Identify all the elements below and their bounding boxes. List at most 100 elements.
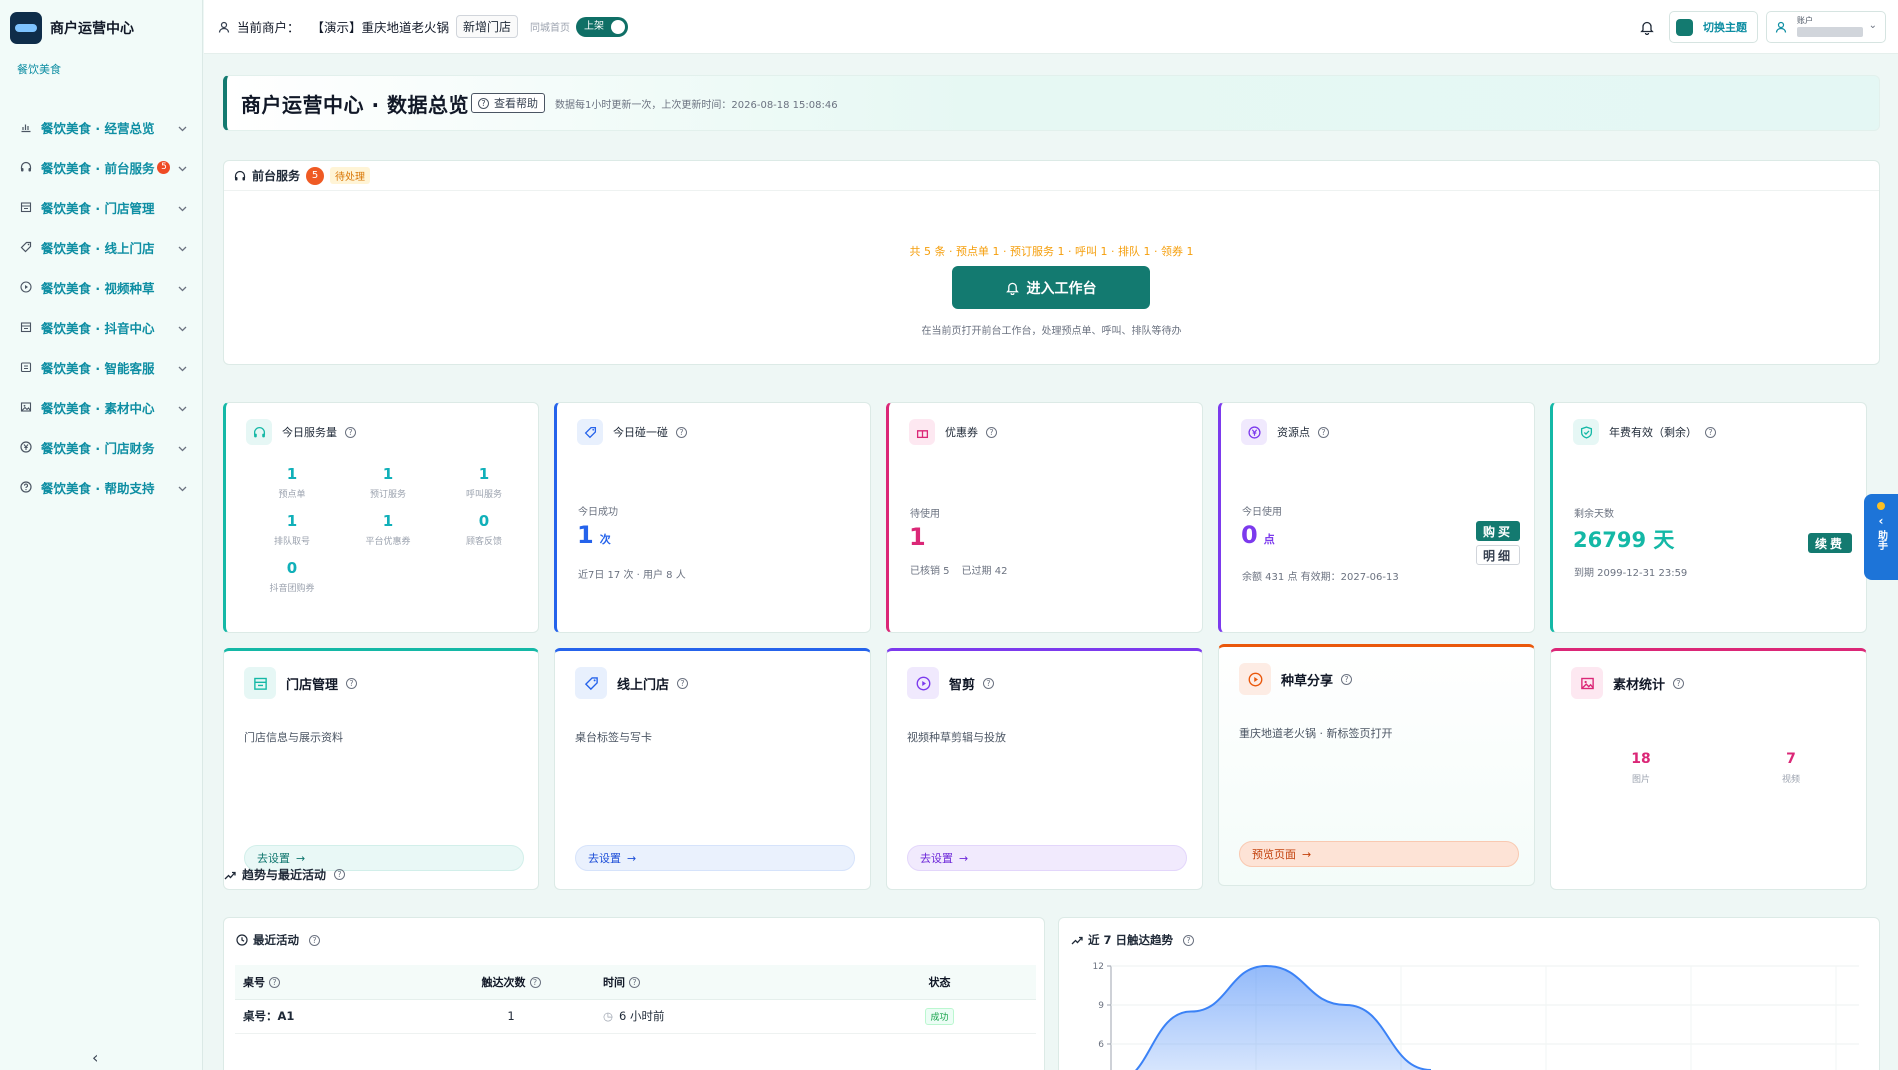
points-detail-button[interactable]: 明细	[1476, 545, 1520, 565]
help-icon[interactable]: ?	[334, 869, 346, 880]
help-icon[interactable]: ?	[346, 677, 358, 689]
recent-activity-title: 最近活动	[253, 933, 299, 947]
chevron-down-icon[interactable]	[178, 401, 187, 415]
help-icon[interactable]: ?	[629, 977, 640, 989]
play-circle-icon	[1239, 663, 1271, 695]
chevron-down-icon[interactable]	[178, 481, 187, 495]
help-icon[interactable]: ?	[1183, 934, 1195, 946]
assets-stats-card[interactable]: 素材统计 ? 18 图片 7 视频	[1550, 648, 1867, 890]
help-icon[interactable]: ?	[1673, 677, 1685, 689]
chevron-down-icon[interactable]	[178, 121, 187, 135]
online-setup-button[interactable]: 去设置 →	[575, 845, 855, 871]
chevron-down-icon[interactable]	[178, 321, 187, 335]
chevron-left-icon: ‹	[1878, 514, 1884, 528]
help-icon[interactable]: ?	[1318, 426, 1329, 438]
help-icon[interactable]: ?	[677, 677, 689, 689]
clock-icon: ◷	[603, 1009, 614, 1023]
bell-icon[interactable]	[1635, 15, 1659, 39]
add-store-button[interactable]: 新增门店	[456, 15, 519, 38]
sidebar-item[interactable]: 餐饮美食 · 前台服务 5	[0, 147, 202, 187]
chevron-down-icon[interactable]	[178, 201, 187, 215]
preview-page-button[interactable]: 预览页面 →	[1239, 841, 1519, 867]
clock-icon	[236, 934, 248, 946]
sidebar-item-label: 餐饮美食 · 素材中心	[41, 400, 155, 416]
chevron-down-icon[interactable]	[178, 441, 187, 455]
sidebar-item[interactable]: 餐饮美食 · 抖音中心	[0, 307, 202, 347]
help-icon[interactable]: ?	[676, 426, 687, 438]
coupon-card-title: 优惠券	[945, 426, 978, 439]
assistant-button[interactable]: ‹ 助手	[1864, 494, 1898, 580]
service-stat: 1 排队取号	[244, 512, 340, 547]
store-management-card[interactable]: 门店管理 ? 门店信息与展示资料 去设置 →	[223, 648, 539, 890]
service-stat: 1 预订服务	[340, 465, 436, 500]
chevron-down-icon[interactable]	[178, 361, 187, 375]
help-icon[interactable]: ?	[1341, 673, 1353, 685]
enter-workbench-button[interactable]: 进入工作台	[952, 266, 1150, 309]
sidebar-item[interactable]: 餐饮美食 · 门店管理	[0, 187, 202, 227]
touch-label: 今日成功	[578, 507, 618, 518]
topbar: 当前商户： 【演示】重庆地道老火锅 新增门店 同城首页 上架 切换主题 账户 ⌄	[204, 0, 1898, 54]
sidebar-item-label: 餐饮美食 · 抖音中心	[41, 320, 155, 336]
merchant-info: 当前商户： 【演示】重庆地道老火锅	[218, 17, 449, 36]
sidebar-item[interactable]: 餐饮美食 · 智能客服	[0, 347, 202, 387]
points-card[interactable]: 资源点 ? 今日使用 0点 余额 431 点 有效期：2027-06-13 购买…	[1218, 402, 1535, 633]
service-stat: 1 平台优惠券	[340, 512, 436, 547]
service-card-title: 今日服务量	[282, 426, 337, 439]
frontdesk-summary: 共 5 条 · 预点单 1 · 预订服务 1 · 呼叫 1 · 排队 1 · 领…	[909, 245, 1194, 258]
smart-clip-card[interactable]: 智剪 ? 视频种草剪辑与投放 去设置 →	[886, 648, 1203, 890]
share-card-title: 种草分享	[1281, 673, 1334, 689]
listing-toggle[interactable]: 上架	[576, 16, 629, 37]
buy-points-button[interactable]: 购买	[1476, 521, 1520, 541]
chevron-down-icon[interactable]	[178, 241, 187, 255]
account-label: 账户	[1797, 16, 1813, 25]
help-icon[interactable]: ?	[983, 677, 995, 689]
help-icon[interactable]: ?	[1705, 426, 1716, 438]
service-stat-value: 1	[382, 465, 394, 483]
annual-label: 剩余天数	[1574, 509, 1614, 520]
help-icon[interactable]: ?	[986, 426, 997, 438]
frontdesk-desc: 在当前页打开前台工作台，处理预点单、呼叫、排队等待办	[921, 326, 1182, 337]
renew-button[interactable]: 续费	[1808, 533, 1852, 553]
coupon-card[interactable]: 优惠券 ? 待使用 1 已核销 5 已过期 42	[886, 402, 1203, 633]
service-stat-grid: 1 预点单 1 预订服务 1 呼叫服务 1 排队取号 1 平台优惠券 0 顾客反馈 0 抖音团购券	[244, 465, 534, 594]
help-icon[interactable]: ?	[529, 977, 541, 989]
service-count-card[interactable]: 今日服务量 ? 1 预点单 1 预订服务 1 呼叫服务 1 排队取号 1 平台优惠券 0 顾客反馈 0 抖…	[223, 402, 539, 633]
service-stat-value: 1	[286, 465, 298, 483]
coupon-sub: 已核销 5 已过期 42	[910, 566, 1008, 577]
help-icon[interactable]: ?	[269, 977, 280, 989]
sidebar-item-label: 餐饮美食 · 线上门店	[41, 240, 155, 256]
sidebar-item[interactable]: 餐饮美食 · 经营总览	[0, 107, 202, 147]
table-row[interactable]: 桌号：A1 1 ◷ 6 小时前 成功	[235, 999, 1036, 1034]
annual-fee-card[interactable]: 年费有效（剩余） ? 剩余天数 26799 天 到期 2099-12-31 23…	[1550, 402, 1867, 633]
sidebar-item[interactable]: 餐饮美食 · 线上门店	[0, 227, 202, 267]
touch-card[interactable]: 今日碰一碰 ? 今日成功 1次 近7日 17 次 · 用户 8 人	[554, 402, 871, 633]
col-time: 时间?	[595, 965, 835, 1000]
share-card[interactable]: 种草分享 ? 重庆地道老火锅 · 新标签页打开 预览页面 →	[1218, 644, 1535, 886]
points-card-title: 资源点	[1277, 426, 1310, 439]
store-icon	[19, 321, 32, 334]
switch-theme-button[interactable]: 切换主题	[1669, 11, 1758, 43]
service-stat-label: 呼叫服务	[465, 490, 502, 500]
store-icon	[19, 201, 32, 214]
sidebar-item[interactable]: 餐饮美食 · 帮助支持	[0, 467, 202, 507]
chevron-down-icon[interactable]	[178, 161, 187, 175]
shield-icon	[1573, 419, 1599, 445]
account-menu[interactable]: 账户 ⌄	[1766, 11, 1886, 43]
help-icon[interactable]: ?	[309, 934, 320, 946]
brand-title: 商户运营中心	[50, 20, 134, 37]
store-card-title: 门店管理	[286, 677, 339, 693]
chevron-down-icon[interactable]	[178, 281, 187, 295]
headset-icon	[19, 161, 32, 174]
help-icon[interactable]: ?	[345, 426, 356, 438]
headset-icon	[234, 170, 246, 180]
sidebar-item[interactable]: 餐饮美食 · 视频种草	[0, 267, 202, 307]
bar-chart-icon	[19, 121, 32, 134]
points-value: 0点	[1241, 521, 1275, 549]
online-store-card[interactable]: 线上门店 ? 桌台标签与写卡 去设置 →	[554, 648, 871, 890]
sidebar-item[interactable]: 餐饮美食 · 门店财务	[0, 427, 202, 467]
help-button[interactable]: ? 查看帮助	[471, 93, 546, 113]
chevron-left-icon[interactable]: ‹	[92, 1048, 98, 1067]
clip-setup-button[interactable]: 去设置 →	[907, 845, 1187, 871]
points-label: 今日使用	[1242, 507, 1282, 518]
sidebar-item[interactable]: 餐饮美食 · 素材中心	[0, 387, 202, 427]
